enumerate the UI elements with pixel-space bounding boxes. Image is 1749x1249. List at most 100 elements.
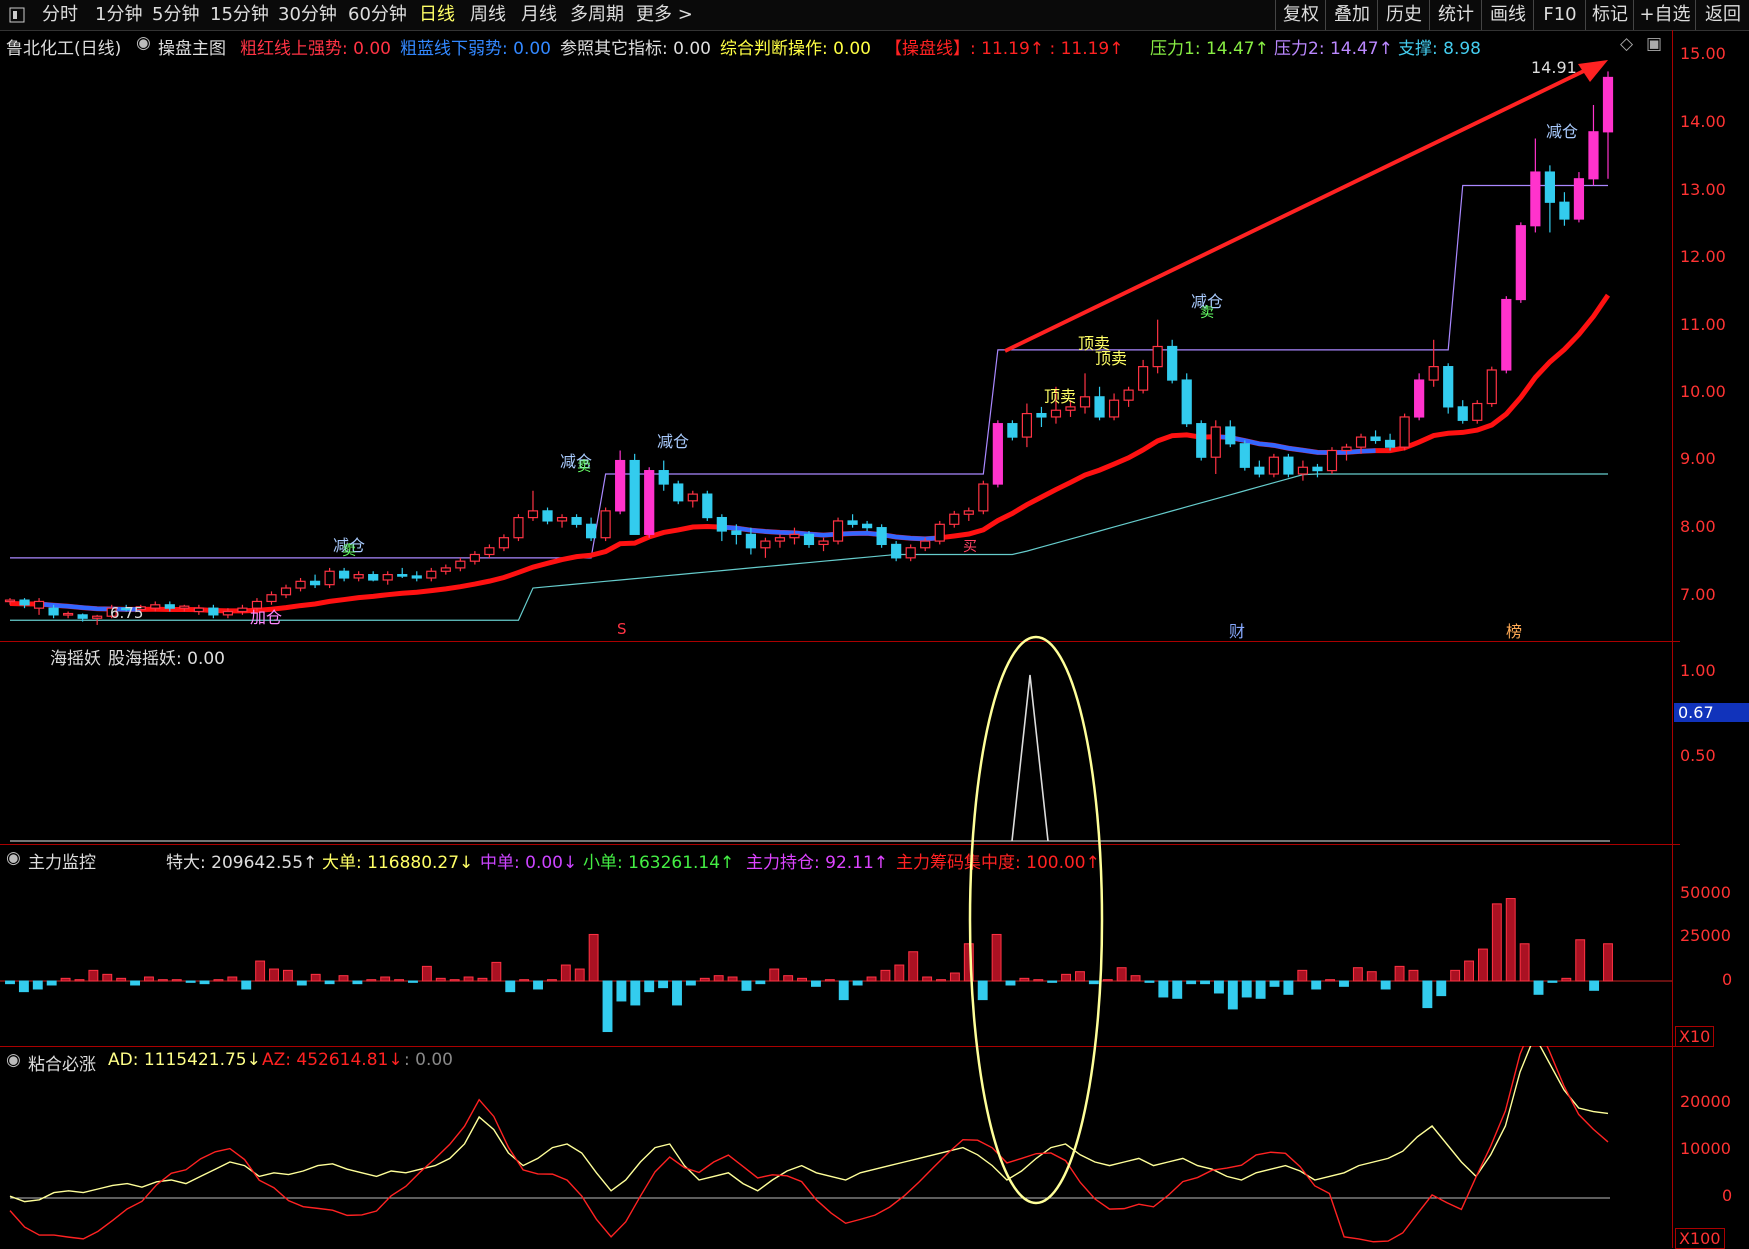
tab-weekly[interactable]: 周线	[470, 0, 506, 30]
candle-body	[324, 570, 335, 586]
y-tick: 8.00	[1680, 517, 1716, 536]
money-flow-bar	[1047, 980, 1058, 983]
tab-monthly[interactable]: 月线	[521, 0, 557, 30]
money-flow-bar	[1561, 977, 1572, 982]
y-tick: 13.00	[1680, 180, 1726, 199]
tab-5min[interactable]: 5分钟	[152, 0, 199, 30]
money-flow-bar	[5, 980, 15, 985]
candle-body	[440, 567, 451, 572]
money-flow-bar	[1589, 980, 1600, 991]
concentration-value: 主力筹码集中度: 100.00↑	[896, 853, 1100, 873]
candle-body	[1326, 449, 1338, 472]
money-flow-bar	[144, 976, 154, 982]
money-flow-bar	[1102, 979, 1113, 982]
money-flow-bar	[130, 980, 141, 986]
candle-body	[934, 523, 945, 542]
money-flow-bar	[171, 979, 182, 982]
signal-add: 加仓	[250, 608, 283, 627]
candle-body	[963, 510, 974, 515]
money-flow-bar	[88, 969, 99, 982]
candle-body	[949, 513, 960, 525]
candle-body	[1152, 345, 1163, 368]
candle-body	[353, 574, 364, 579]
mark-button[interactable]: 标记	[1585, 0, 1634, 30]
money-flow-bar	[366, 979, 377, 982]
blue-weak-value: 粗蓝线下弱势: 0.00	[400, 39, 551, 59]
money-flow-bar	[102, 973, 113, 982]
history-button[interactable]: 历史	[1377, 0, 1430, 30]
candle-body	[411, 575, 422, 579]
candle-body	[339, 570, 350, 579]
money-flow-bar	[421, 965, 432, 982]
low-price-label: 6.75	[110, 604, 144, 622]
money-flow-bar	[1130, 975, 1141, 982]
panel-toggle-icon[interactable]	[6, 0, 28, 30]
event-marker-list: 榜	[1506, 622, 1523, 641]
candle-body	[1239, 443, 1250, 468]
candle-body	[469, 553, 480, 562]
tab-intraday[interactable]: 分时	[42, 0, 78, 30]
tab-daily[interactable]: 日线	[419, 0, 455, 30]
money-flow-bar	[1144, 980, 1155, 983]
panel3-toggle-icon[interactable]: ◉	[6, 848, 21, 868]
money-flow-bar	[1450, 969, 1461, 982]
candle-body	[615, 459, 626, 512]
candle-body	[1501, 298, 1512, 371]
indicator-toggle-icon[interactable]: ◉	[136, 33, 151, 53]
panel-expand-icon[interactable]: ▣	[1646, 34, 1662, 54]
statistics-button[interactable]: 统计	[1429, 0, 1482, 30]
tab-more[interactable]: 更多 >	[636, 0, 693, 30]
candle-body	[48, 607, 59, 616]
f10-button[interactable]: F10	[1533, 0, 1586, 30]
candle-body	[716, 516, 727, 532]
money-flow-bar	[1325, 979, 1336, 982]
candle-body	[19, 599, 30, 606]
restore-rights-button[interactable]: 复权	[1275, 0, 1326, 30]
money-flow-bar	[338, 975, 349, 982]
money-flow-bar	[213, 979, 224, 982]
candle-body	[556, 516, 568, 522]
current-value-tag: 0.67	[1674, 703, 1749, 722]
super-large-value: 特大: 209642.55↑	[166, 853, 318, 873]
panel4-toggle-icon[interactable]: ◉	[6, 1050, 21, 1070]
money-flow-bar	[227, 976, 238, 982]
unit-label: X100	[1675, 1228, 1725, 1249]
money-flow-bar	[1436, 980, 1447, 997]
money-flow-bar	[185, 980, 196, 983]
tab-30min[interactable]: 30分钟	[278, 0, 337, 30]
y-tick: 25000	[1680, 926, 1731, 945]
tab-multi-period[interactable]: 多周期	[570, 0, 624, 30]
candle-body	[731, 530, 742, 535]
candle-body	[1443, 366, 1454, 408]
tab-1min[interactable]: 1分钟	[95, 0, 142, 30]
money-flow-bar	[533, 980, 543, 990]
money-flow-bar	[1283, 980, 1294, 995]
candle-body	[1399, 416, 1410, 448]
candle-body	[644, 470, 655, 535]
tab-15min[interactable]: 15分钟	[210, 0, 269, 30]
candle-body	[527, 510, 539, 519]
draw-line-button[interactable]: 画线	[1481, 0, 1534, 30]
yaoyao-line-chart	[10, 674, 1610, 842]
back-button[interactable]: 返回	[1695, 0, 1749, 30]
money-flow-bar	[713, 975, 724, 982]
tab-60min[interactable]: 60分钟	[348, 0, 407, 30]
money-flow-bar	[282, 969, 293, 982]
money-flow-bar	[1352, 967, 1363, 982]
money-flow-bar	[310, 973, 321, 982]
pressure-line	[10, 184, 1608, 559]
diamond-icon[interactable]: ◇	[1620, 34, 1633, 54]
add-watchlist-button[interactable]: +自选	[1633, 0, 1696, 30]
money-flow-bar	[1269, 980, 1280, 987]
signal-sell: 卖	[342, 543, 356, 559]
money-flow-bar	[1477, 948, 1488, 982]
money-flow-bar	[1380, 980, 1391, 990]
candle-body	[266, 594, 277, 603]
money-flow-bar	[1505, 898, 1516, 982]
money-flow-bar	[630, 980, 641, 1006]
money-flow-bar	[1186, 980, 1197, 985]
candle-body	[1065, 406, 1076, 411]
money-flow-bar	[324, 980, 335, 985]
indicator-name[interactable]: 操盘主图	[158, 34, 226, 59]
overlay-button[interactable]: 叠加	[1325, 0, 1378, 30]
